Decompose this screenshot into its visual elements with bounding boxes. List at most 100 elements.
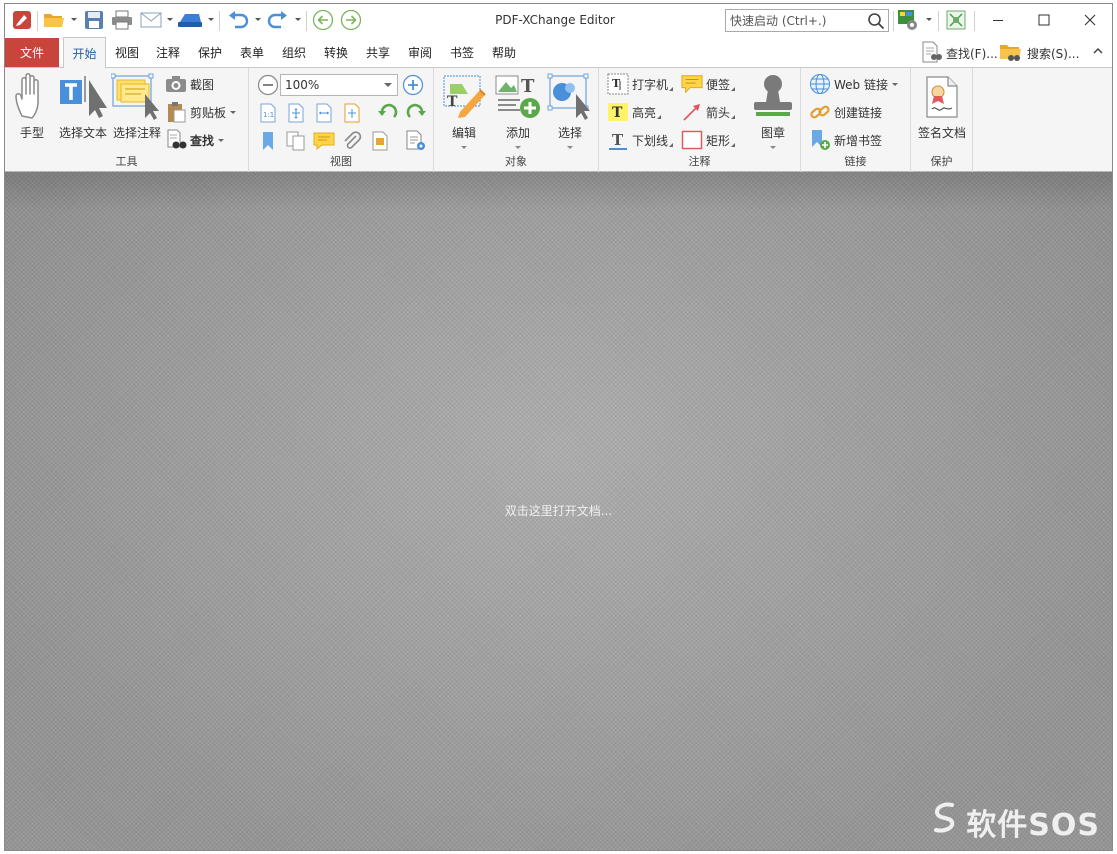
tab-form[interactable]: 表单 [233, 38, 271, 67]
group-label-links: 链接 [844, 155, 867, 168]
tab-organize[interactable]: 组织 [275, 38, 313, 67]
web-links-button[interactable]: Web 链接 [809, 73, 898, 95]
find-tool-button[interactable]: 查找 [165, 129, 225, 151]
rotate-left-icon[interactable] [377, 102, 399, 124]
select-text-label: 选择文本 [58, 126, 107, 140]
fit-width-icon[interactable] [313, 102, 335, 124]
print-icon[interactable] [109, 8, 135, 32]
tab-help[interactable]: 帮助 [485, 38, 523, 67]
create-link-button[interactable]: 创建链接 [809, 101, 882, 123]
collapse-ribbon-icon[interactable] [1092, 45, 1104, 59]
clipboard-label: 剪贴板 [190, 105, 227, 120]
redo-icon[interactable] [265, 8, 291, 32]
quick-launch-input[interactable] [726, 10, 862, 31]
zoom-combo[interactable] [280, 74, 398, 96]
select-annotation-button[interactable]: 选择注释 [111, 70, 163, 141]
tab-review[interactable]: 审阅 [401, 38, 439, 67]
add-objects-button[interactable]: T 添加 [494, 70, 542, 149]
highlight-icon: T [607, 101, 629, 123]
underline-button[interactable]: T 下划线 [607, 129, 674, 151]
rotate-right-icon[interactable] [405, 102, 427, 124]
pages-pane-icon[interactable] [285, 130, 307, 152]
fit-visible-icon[interactable] [341, 102, 363, 124]
underline-label: 下划线 [632, 133, 669, 148]
stamp-label: 图章 [760, 126, 785, 140]
forward-icon[interactable] [339, 8, 363, 32]
tab-bookmarks[interactable]: 书签 [443, 38, 481, 67]
highlight-label: 高亮 [632, 105, 657, 120]
close-button[interactable] [1067, 4, 1112, 36]
group-objects: T 编辑 T 添加 选择 对象 [434, 68, 599, 172]
snapshot-button[interactable]: 截图 [165, 73, 214, 95]
edit-objects-button[interactable]: T 编辑 [440, 70, 488, 149]
watermark: 软件SOS [930, 800, 1100, 844]
camera-icon [165, 73, 187, 95]
fullscreen-icon[interactable] [943, 8, 969, 32]
minimize-button[interactable] [975, 4, 1021, 36]
comments-pane-icon[interactable] [313, 130, 335, 152]
arrow-button[interactable]: 箭头 [681, 101, 736, 123]
maximize-button[interactable] [1021, 4, 1067, 36]
actual-size-icon[interactable]: 1:1 [257, 102, 279, 124]
select-annotation-icon [111, 70, 163, 120]
rectangle-button[interactable]: 矩形 [681, 129, 736, 151]
svg-text:T: T [521, 76, 535, 97]
stamp-icon [751, 70, 795, 120]
globe-icon [809, 73, 831, 95]
sign-document-label: 签名文档 [917, 126, 966, 140]
quick-launch-field[interactable] [725, 9, 889, 32]
select-objects-button[interactable]: 选择 [546, 70, 594, 149]
back-icon[interactable] [311, 8, 335, 32]
clipboard-icon [165, 101, 187, 123]
open-folder-icon[interactable] [41, 8, 67, 32]
sign-document-button[interactable]: 签名文档 [915, 70, 969, 141]
tab-comment[interactable]: 注释 [149, 38, 187, 67]
tab-view[interactable]: 视图 [108, 38, 146, 67]
binoculars-icon [165, 129, 187, 151]
zoom-in-icon[interactable] [402, 74, 424, 96]
hand-tool-button[interactable]: 手型 [11, 70, 53, 141]
email-icon[interactable] [137, 8, 165, 32]
group-label-annotations: 注释 [688, 155, 711, 168]
ui-options-icon[interactable] [895, 8, 921, 32]
create-link-label: 创建链接 [834, 105, 883, 120]
tab-file[interactable]: 文件 [5, 38, 59, 67]
document-view-icon[interactable] [369, 130, 391, 152]
stamp-button[interactable]: 图章 [749, 70, 797, 149]
tab-home[interactable]: 开始 [63, 37, 106, 68]
zoom-out-icon[interactable] [257, 74, 279, 96]
zoom-dropdown-arrow[interactable] [384, 83, 392, 87]
typewriter-button[interactable]: T 打字机 [607, 73, 674, 95]
find-icon [920, 41, 942, 66]
attachments-pane-icon[interactable] [341, 130, 363, 152]
typewriter-label: 打字机 [632, 77, 669, 92]
sticky-note-button[interactable]: 便签 [681, 73, 736, 95]
edit-label: 编辑 [451, 126, 476, 140]
bookmarks-pane-icon[interactable] [257, 130, 279, 152]
tab-protect[interactable]: 保护 [191, 38, 229, 67]
find-button[interactable]: 查找(F)... [920, 41, 998, 66]
group-protect: 签名文档 保护 [911, 68, 973, 172]
undo-icon[interactable] [225, 8, 251, 32]
document-properties-icon[interactable] [405, 130, 427, 152]
clipboard-button[interactable]: 剪贴板 [165, 101, 237, 123]
ribbon-panel: 手型 选择文本 选择注释 截图 剪贴板 查找 工具 100% 1:1 视图 T … [5, 67, 1112, 172]
group-tools: 手型 选择文本 选择注释 截图 剪贴板 查找 工具 [5, 68, 249, 172]
search-button[interactable]: 搜索(S)... [999, 42, 1079, 64]
snapshot-label: 截图 [190, 77, 215, 92]
select-text-button[interactable]: 选择文本 [57, 70, 109, 141]
highlight-button[interactable]: T 高亮 [607, 101, 662, 123]
select-text-icon [57, 70, 109, 120]
group-links: Web 链接 创建链接 新增书签 链接 [801, 68, 911, 172]
open-document-hint[interactable]: 双击这里打开文档... [5, 502, 1112, 519]
tab-share[interactable]: 共享 [359, 38, 397, 67]
scanner-icon[interactable] [175, 8, 205, 32]
fit-page-icon[interactable] [285, 102, 307, 124]
document-area[interactable]: 双击这里打开文档... 软件SOS [5, 172, 1112, 850]
add-bookmark-button[interactable]: 新增书签 [809, 129, 882, 151]
zoom-input[interactable] [281, 75, 381, 95]
app-logo-icon[interactable] [9, 8, 35, 32]
save-icon[interactable] [81, 8, 107, 32]
search-icon[interactable] [867, 12, 885, 33]
tab-convert[interactable]: 转换 [317, 38, 355, 67]
